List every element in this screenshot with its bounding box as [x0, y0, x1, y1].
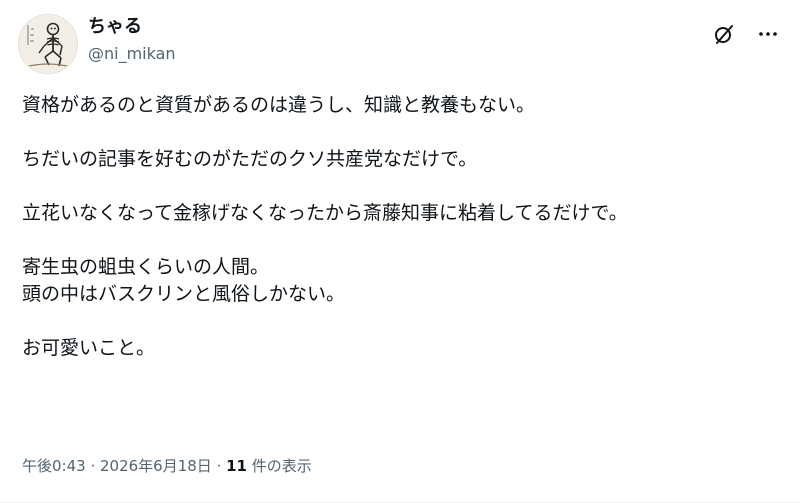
- display-name[interactable]: ちゃる: [88, 15, 176, 39]
- handle[interactable]: @ni_mikan: [88, 43, 176, 65]
- header-actions: [710, 20, 782, 48]
- tweet-line: 立花いなくなって金稼げなくなったから斎藤知事に粘着してるだけで。: [22, 202, 628, 224]
- more-icon: [759, 32, 777, 36]
- skeleton-avatar-icon: [24, 22, 72, 68]
- meta-separator: ·: [211, 457, 227, 475]
- tweet-line: 寄生虫の蛆虫くらいの人間。: [22, 256, 270, 278]
- meta-separator: ·: [85, 457, 100, 475]
- tweet-line: お可愛いこと。: [22, 337, 156, 359]
- views-count[interactable]: 11: [226, 457, 247, 475]
- more-button[interactable]: [754, 20, 782, 48]
- tweet: ちゃる @ni_mikan 資格があるのと資質があるのは違うし、知識と教養もない…: [0, 0, 800, 503]
- tweet-line: 頭の中はバスクリンと風俗しかない。: [22, 283, 346, 305]
- tweet-time[interactable]: 午後0:43: [22, 457, 86, 475]
- views-label: 件の表示: [247, 457, 312, 475]
- tweet-line: 資格があるのと資質があるのは違うし、知識と教養もない。: [22, 94, 536, 116]
- grok-button[interactable]: [710, 20, 738, 48]
- author-names: ちゃる @ni_mikan: [88, 15, 176, 65]
- grok-icon: [715, 25, 733, 44]
- avatar[interactable]: [18, 14, 78, 74]
- tweet-header: ちゃる @ni_mikan: [18, 12, 782, 74]
- tweet-text: 資格があるのと資質があるのは違うし、知識と教養もない。 ちだいの記事を好むのがた…: [22, 92, 778, 362]
- tweet-meta: 午後0:43 · 2026年6月18日 · 11 件の表示: [22, 456, 312, 476]
- tweet-date[interactable]: 2026年6月18日: [100, 457, 212, 475]
- tweet-line: ちだいの記事を好むのがただのクソ共産党なだけで。: [22, 148, 478, 170]
